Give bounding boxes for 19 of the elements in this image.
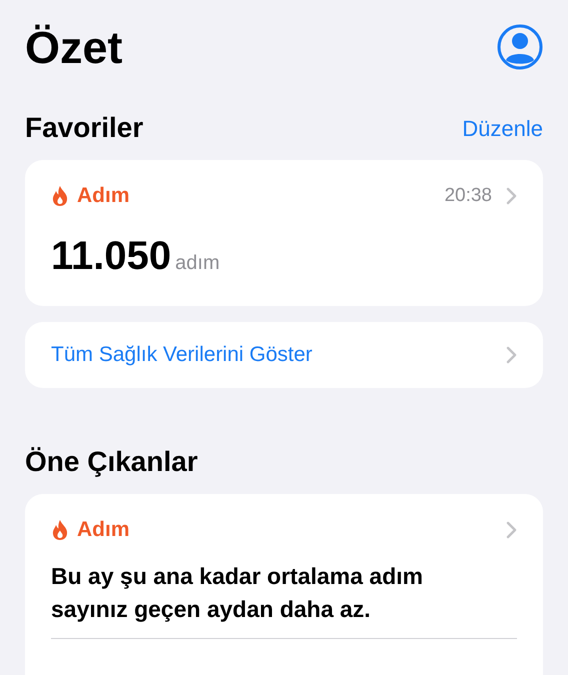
- section-heading: Favoriler: [25, 111, 144, 145]
- chevron-icon: [506, 186, 517, 205]
- category-label: Adım: [77, 183, 130, 209]
- section-heading: Öne Çıkanlar: [25, 445, 199, 479]
- favorite-card[interactable]: Adım 20:38 11.050 adım: [25, 160, 543, 306]
- unit-label: adım: [175, 250, 220, 276]
- edit-link[interactable]: Düzenle: [462, 112, 543, 144]
- step-count: 11.050: [51, 236, 172, 276]
- show-all-button[interactable]: Tüm Sağlık Verilerini Göster: [25, 322, 543, 388]
- chevron-icon: [506, 346, 517, 364]
- highlight-card[interactable]: Adım Bu ay şu ana kadar ortalama adım sayınız geçen aydan daha az.: [25, 494, 543, 675]
- chevron-icon: [506, 520, 517, 539]
- category-label: Adım: [77, 517, 130, 543]
- page-title: Özet: [25, 24, 123, 70]
- profile-icon[interactable]: [497, 24, 543, 70]
- time-label: 20:38: [444, 184, 492, 208]
- flame-icon: [51, 184, 69, 207]
- highlight-message: Bu ay şu ana kadar ortalama adım sayınız geçen aydan daha az.: [51, 562, 424, 624]
- flame-icon: [51, 518, 69, 541]
